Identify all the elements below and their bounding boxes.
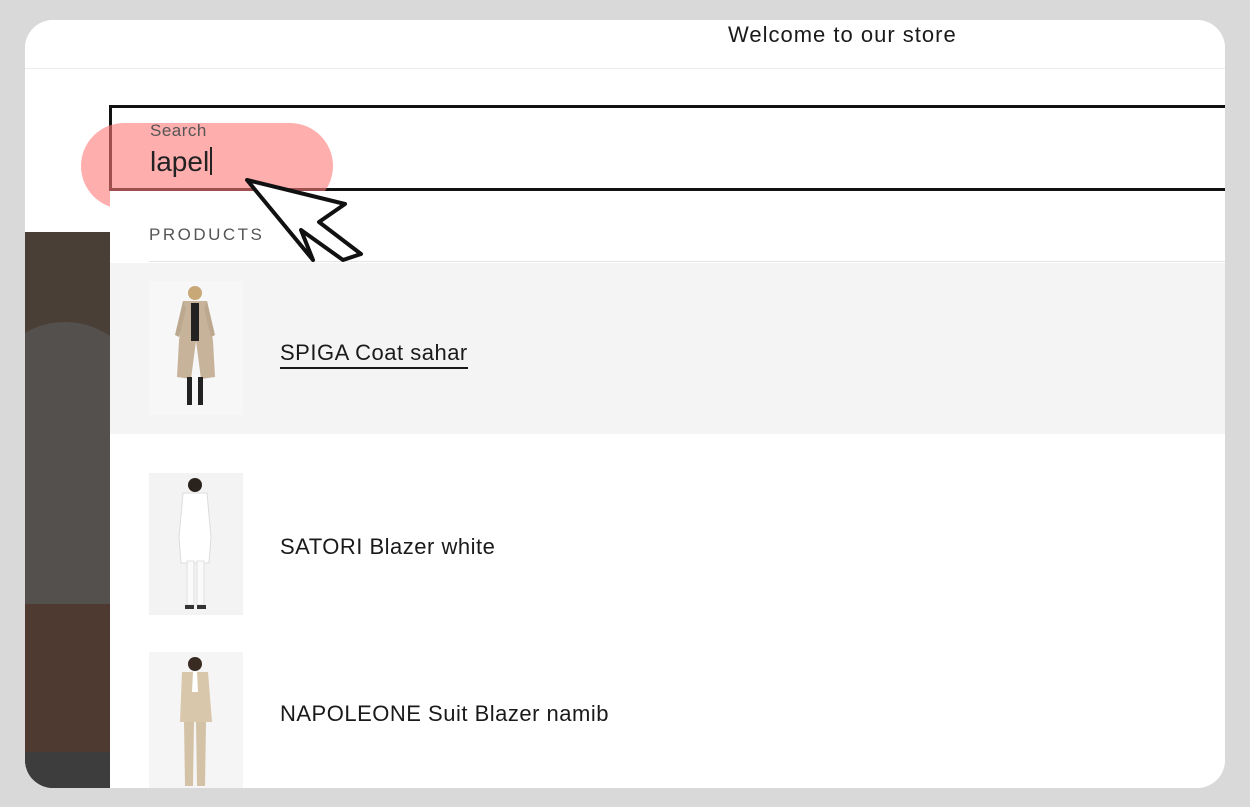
product-thumbnail bbox=[149, 652, 243, 788]
product-thumbnail bbox=[149, 473, 243, 615]
search-value[interactable]: lapel bbox=[150, 146, 213, 178]
product-result-row[interactable]: SPIGA Coat sahar bbox=[110, 263, 1225, 434]
product-name[interactable]: SPIGA Coat sahar bbox=[280, 340, 468, 369]
product-result-row[interactable]: SATORI Blazer white bbox=[110, 454, 1225, 616]
page-background bbox=[25, 232, 115, 788]
product-name[interactable]: SATORI Blazer white bbox=[280, 534, 495, 560]
search-label: Search bbox=[150, 121, 207, 140]
product-name[interactable]: NAPOLEONE Suit Blazer namib bbox=[280, 701, 609, 727]
announcement-bar: Welcome to our store bbox=[25, 20, 1225, 69]
text-caret bbox=[210, 147, 213, 175]
product-result-row[interactable]: NAPOLEONE Suit Blazer namib bbox=[110, 635, 1225, 788]
mouse-pointer-icon bbox=[245, 178, 363, 262]
search-results-dropdown: PRODUCTS SPIGA Coat sahar SATORI Blazer … bbox=[110, 191, 1225, 788]
announcement-text: Welcome to our store bbox=[728, 22, 957, 47]
browser-frame: Welcome to our store Search lapel PRODUC… bbox=[25, 20, 1225, 788]
product-thumbnail bbox=[149, 281, 243, 415]
